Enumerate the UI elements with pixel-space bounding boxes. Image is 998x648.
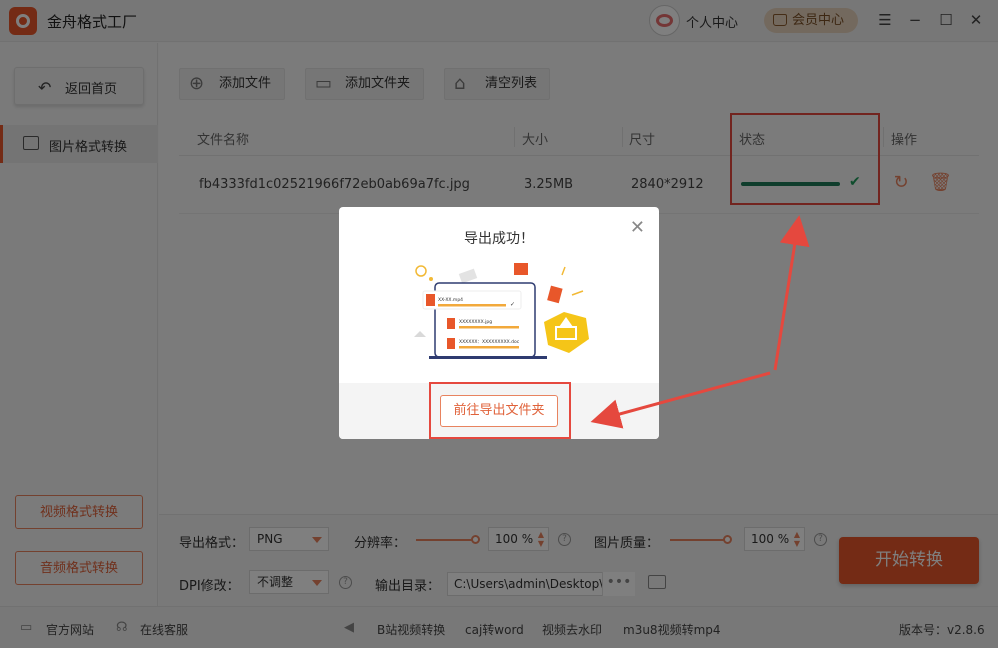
export-illustration: XX-XX.mp4 ✓ XXXXXXXX.jpg XXXXXX：XXXXXXXX… [414, 263, 589, 359]
illus-file-name: XX-XX.mp4 [438, 297, 463, 303]
check-icon: ✓ [510, 301, 515, 308]
dialog-title: 导出成功！ [464, 231, 534, 247]
illus-file-name: XXXXXX：XXXXXXXXX.doc [459, 339, 520, 345]
button-highlight-box [429, 382, 571, 439]
illus-file-name: XXXXXXXX.jpg [459, 319, 492, 325]
